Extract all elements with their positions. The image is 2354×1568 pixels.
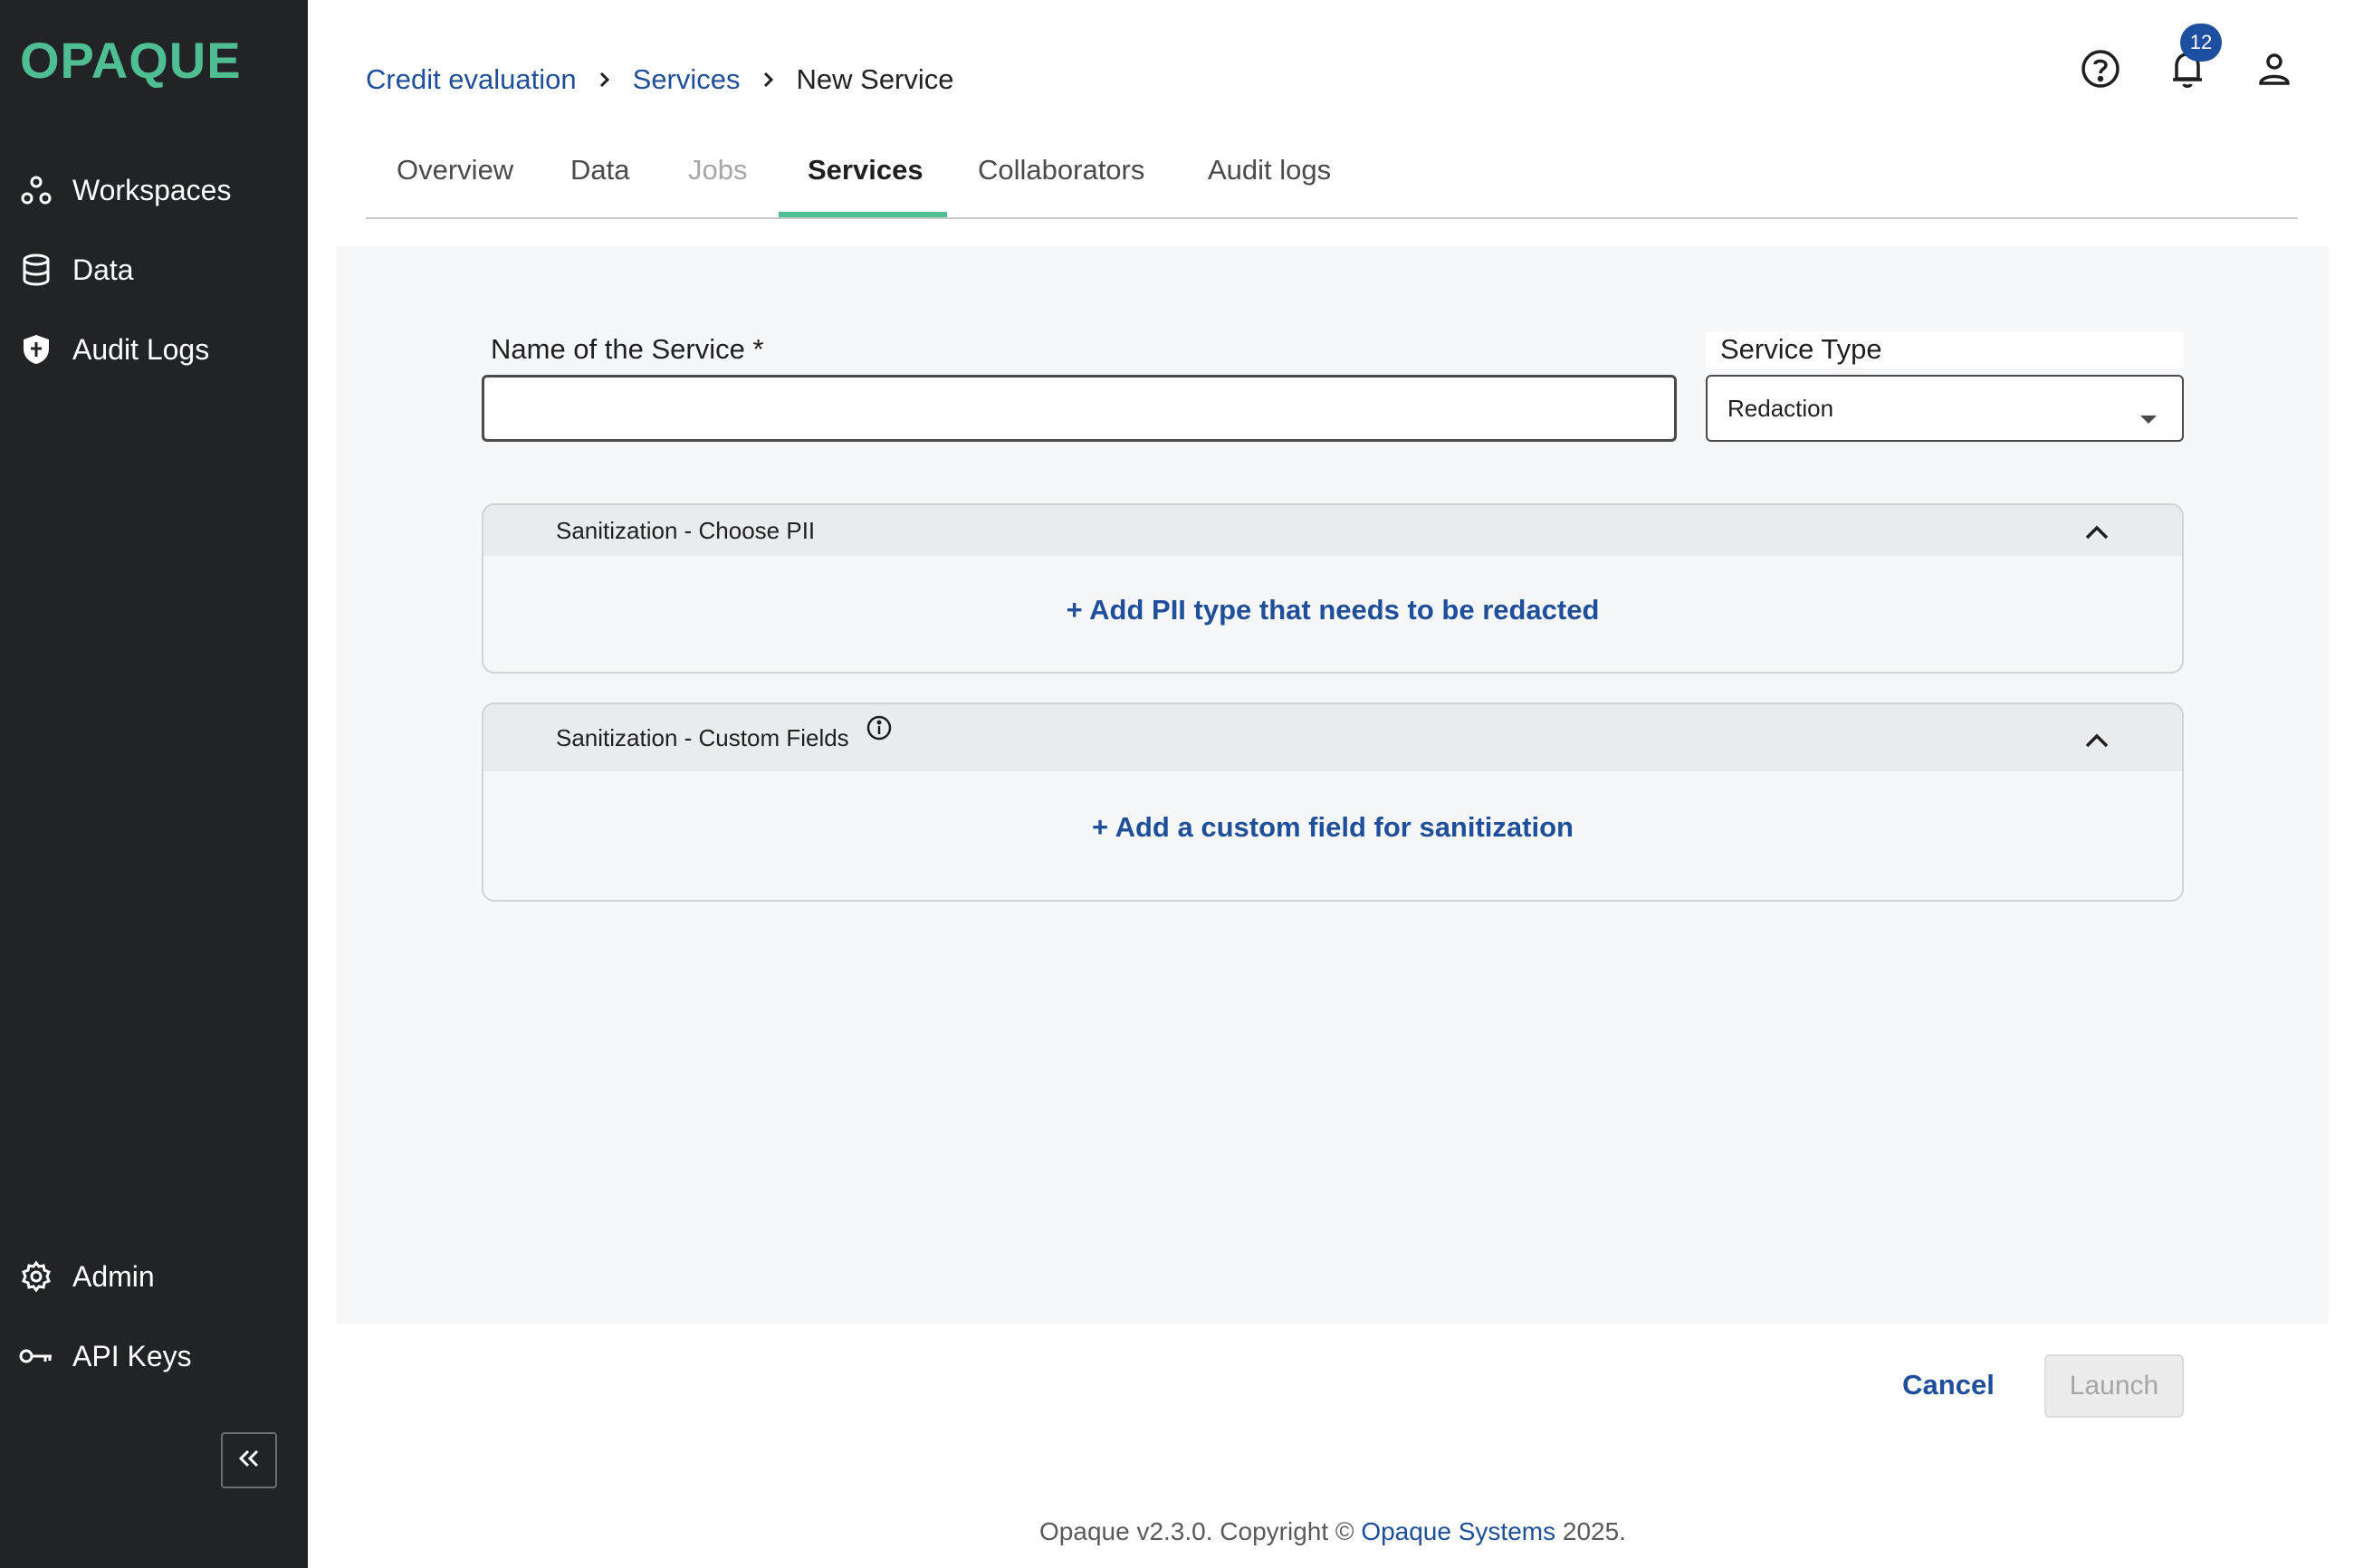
copyright-footer: Opaque v2.3.0. Copyright © Opaque System… (337, 1517, 2329, 1546)
account-button[interactable] (2251, 47, 2298, 94)
tab-audit-logs[interactable]: Audit logs (1208, 145, 1331, 217)
breadcrumb: Credit evaluation Services New Service (366, 63, 954, 96)
workspaces-icon (18, 172, 54, 208)
cancel-button[interactable]: Cancel (1894, 1362, 2003, 1409)
copyright-suffix: 2025. (1562, 1517, 1626, 1545)
sidebar: OPAQUE Workspaces Data Audit Logs Admin … (0, 0, 308, 1568)
user-icon (2256, 51, 2292, 91)
sidebar-item-api-keys[interactable]: API Keys (18, 1329, 290, 1383)
sidebar-item-data[interactable]: Data (18, 243, 290, 297)
tab-services[interactable]: Services (808, 145, 923, 217)
shield-icon (18, 331, 54, 368)
active-tab-indicator (779, 212, 947, 217)
collapse-sidebar-button[interactable] (221, 1432, 277, 1488)
section-custom-fields: Sanitization - Custom Fields + Add a cus… (482, 703, 2184, 902)
sidebar-item-label: Data (72, 253, 134, 286)
breadcrumb-credit-evaluation[interactable]: Credit evaluation (366, 63, 577, 96)
tab-data[interactable]: Data (570, 145, 629, 217)
key-icon (18, 1338, 54, 1374)
service-type-label: Service Type (1720, 333, 1882, 365)
breadcrumb-services[interactable]: Services (633, 63, 741, 96)
chevron-up-icon[interactable] (2084, 728, 2110, 756)
tab-jobs: Jobs (688, 154, 748, 186)
opaque-logo[interactable]: OPAQUE (20, 31, 242, 90)
service-name-input[interactable] (482, 375, 1677, 442)
sidebar-item-label: Audit Logs (72, 332, 210, 366)
copyright-prefix: Opaque v2.3.0. Copyright © (1039, 1517, 1354, 1545)
database-icon (18, 252, 54, 288)
gear-icon (18, 1258, 54, 1295)
double-chevron-left-icon (237, 1448, 261, 1473)
section-header[interactable]: Sanitization - Custom Fields (483, 704, 2182, 771)
tab-bar: Overview Data Jobs Services Collaborator… (366, 145, 2298, 219)
sidebar-item-admin[interactable]: Admin (18, 1249, 290, 1304)
section-header[interactable]: Sanitization - Choose PII (483, 505, 2182, 556)
launch-button[interactable]: Launch (2044, 1354, 2184, 1418)
info-icon[interactable] (866, 714, 893, 741)
add-custom-field-link[interactable]: + Add a custom field for sanitization (483, 811, 2182, 844)
sidebar-item-label: API Keys (72, 1339, 192, 1372)
help-button[interactable] (2077, 47, 2124, 94)
breadcrumb-current: New Service (796, 63, 954, 95)
section-choose-pii: Sanitization - Choose PII + Add PII type… (482, 503, 2184, 674)
sidebar-item-workspaces[interactable]: Workspaces (18, 163, 290, 217)
sidebar-item-label: Workspaces (72, 173, 232, 206)
service-name-label: Name of the Service * (491, 333, 764, 365)
chevron-right-icon (762, 71, 775, 89)
notification-count-badge: 12 (2180, 24, 2222, 62)
service-type-value: Redaction (1727, 394, 1834, 422)
section-title: Sanitization - Custom Fields (556, 723, 849, 751)
chevron-right-icon (598, 71, 611, 89)
service-type-select[interactable]: Redaction (1706, 375, 2184, 442)
add-pii-type-link[interactable]: + Add PII type that needs to be redacted (483, 594, 2182, 626)
section-title: Sanitization - Choose PII (556, 516, 816, 544)
tab-overview[interactable]: Overview (397, 145, 513, 217)
caret-down-icon (2139, 404, 2158, 432)
help-icon (2081, 49, 2120, 93)
opaque-systems-link[interactable]: Opaque Systems (1361, 1517, 1555, 1545)
sidebar-item-label: Admin (72, 1259, 155, 1293)
chevron-up-icon[interactable] (2084, 520, 2110, 548)
tab-collaborators[interactable]: Collaborators (978, 145, 1144, 217)
sidebar-item-audit-logs[interactable]: Audit Logs (18, 322, 290, 377)
